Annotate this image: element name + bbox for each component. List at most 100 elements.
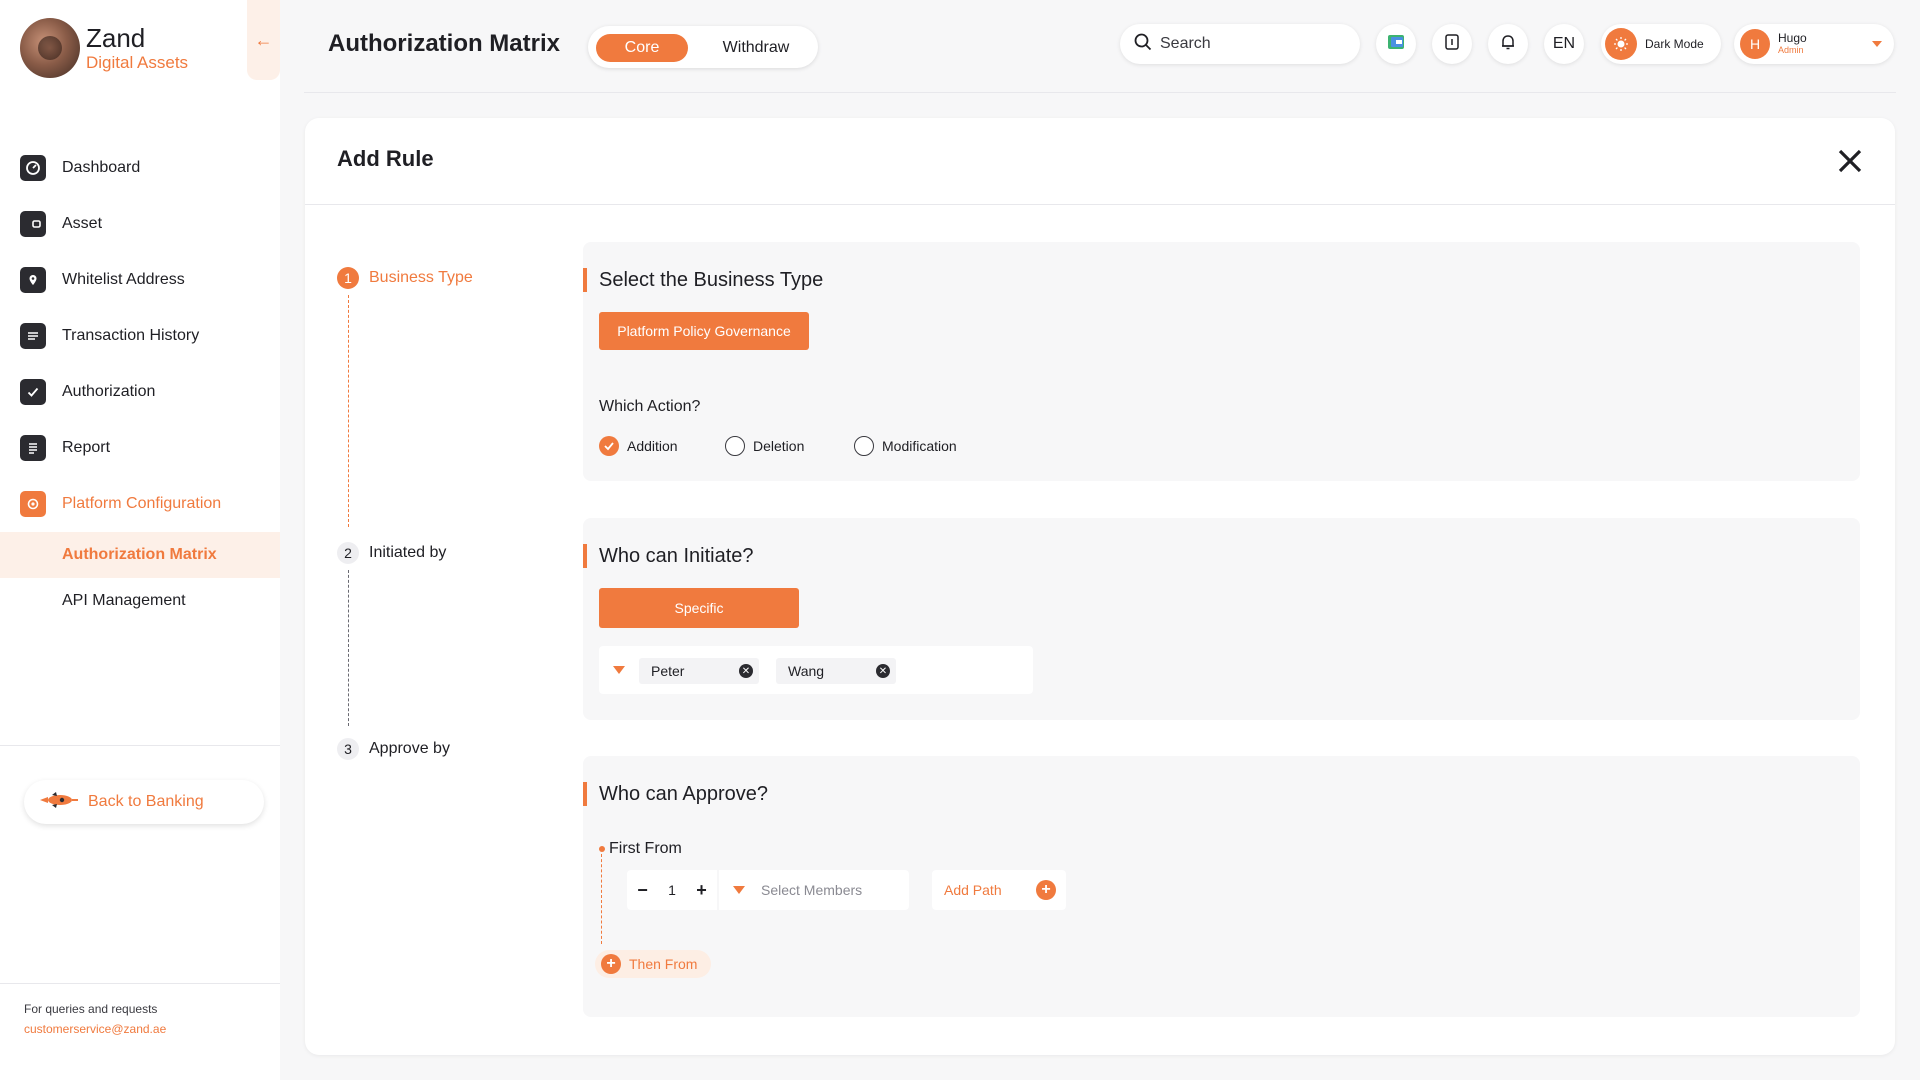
segmented-control: Core Withdraw (588, 26, 818, 68)
path-connector (601, 854, 602, 944)
minus-button[interactable]: − (637, 880, 648, 901)
section-heading: Who can Approve? (583, 782, 768, 806)
approver-count-stepper: − 1 + (627, 870, 717, 910)
then-from-label: Then From (629, 956, 698, 972)
step-number: 3 (337, 738, 359, 760)
gear-icon (20, 491, 46, 517)
sidebar-item-platform-configuration[interactable]: Platform Configuration (0, 476, 280, 532)
step-connector (348, 570, 349, 726)
search-placeholder: Search (1160, 35, 1211, 52)
step-number: 2 (337, 542, 359, 564)
sidebar-item-report[interactable]: Report (0, 420, 280, 476)
rocket-icon (38, 790, 82, 815)
plus-circle-icon: + (601, 954, 621, 974)
wallet-app-button[interactable] (1376, 24, 1416, 64)
sidebar-subitem-api-management[interactable]: API Management (0, 578, 280, 624)
specific-button[interactable]: Specific (599, 588, 799, 628)
document-icon (1443, 33, 1461, 56)
plus-circle-icon: + (1036, 880, 1056, 900)
radio-deletion[interactable]: Deletion (725, 436, 804, 456)
sidebar-item-label: Dashboard (62, 159, 141, 176)
bell-icon (1499, 33, 1517, 56)
step-label: Approve by (369, 740, 450, 757)
step-label: Business Type (369, 269, 473, 286)
then-from-button[interactable]: + Then From (595, 950, 711, 978)
dark-mode-label: Dark Mode (1645, 37, 1704, 51)
remove-chip-icon[interactable]: ✕ (739, 664, 753, 678)
sidebar-subitem-authorization-matrix[interactable]: Authorization Matrix (0, 532, 280, 578)
select-members-placeholder: Select Members (761, 882, 863, 898)
sidebar-divider (0, 745, 280, 746)
select-members-dropdown[interactable]: Select Members (719, 870, 909, 910)
sidebar-item-transaction-history[interactable]: Transaction History (0, 308, 280, 364)
step-approve-by[interactable]: 3 Approve by (337, 738, 450, 760)
member-chip: Peter ✕ (639, 658, 759, 684)
sidebar: Zand Digital Assets ← Dashboard Asset Wh… (0, 0, 280, 1080)
chip-label: Wang (788, 663, 825, 679)
approve-section: Who can Approve? First From − 1 + Select… (583, 756, 1860, 1017)
section-heading: Select the Business Type (583, 268, 823, 292)
page-title: Authorization Matrix (328, 30, 560, 57)
sidebar-item-dashboard[interactable]: Dashboard (0, 140, 280, 196)
add-path-button[interactable]: Add Path + (932, 870, 1066, 910)
plus-button[interactable]: + (696, 880, 707, 901)
tab-withdraw[interactable]: Withdraw (706, 34, 806, 62)
search-input[interactable]: Search (1120, 24, 1360, 64)
back-to-banking-button[interactable]: Back to Banking (24, 780, 264, 824)
wallet-color-icon (1387, 33, 1405, 56)
panel-title: Add Rule (337, 146, 434, 171)
wallet-icon (20, 211, 46, 237)
brand-subtitle: Digital Assets (86, 53, 189, 72)
approver-count-value: 1 (668, 882, 676, 898)
first-from-label: First From (609, 840, 682, 857)
chevron-down-icon (733, 886, 745, 894)
language-button[interactable]: EN (1544, 24, 1584, 64)
language-label: EN (1552, 35, 1576, 52)
collapse-sidebar-button[interactable]: ← (247, 0, 280, 80)
member-chip: Wang ✕ (776, 658, 896, 684)
platform-policy-governance-button[interactable]: Platform Policy Governance (599, 312, 809, 350)
sidebar-item-label: Authorization (62, 383, 156, 400)
support-email-link[interactable]: customerservice@zand.ae (24, 1022, 166, 1036)
initiator-select[interactable]: Peter ✕ Wang ✕ (599, 646, 1033, 694)
sidebar-item-label: Transaction History (62, 327, 200, 344)
chevron-down-icon (613, 666, 625, 674)
user-name: Hugo (1778, 31, 1807, 45)
radio-label: Modification (882, 438, 957, 454)
radio-label: Addition (627, 438, 678, 454)
step-connector (348, 295, 349, 527)
brand[interactable]: Zand Digital Assets (20, 18, 188, 78)
step-initiated-by[interactable]: 2 Initiated by (337, 542, 446, 564)
step-label: Initiated by (369, 544, 447, 561)
brand-logo (20, 18, 80, 78)
back-to-banking-label: Back to Banking (88, 793, 204, 810)
top-header: Authorization Matrix Core Withdraw Searc… (280, 0, 1920, 92)
user-menu[interactable]: H Hugo Admin (1734, 24, 1894, 64)
chevron-down-icon (1872, 41, 1882, 47)
remove-chip-icon[interactable]: ✕ (876, 664, 890, 678)
notifications-button[interactable] (1488, 24, 1528, 64)
initiate-section: Who can Initiate? Specific Peter ✕ Wang … (583, 518, 1860, 720)
dark-mode-toggle[interactable]: Dark Mode (1601, 24, 1721, 64)
list-icon (20, 323, 46, 349)
add-rule-panel: Add Rule 1 Business Type 2 Initiated by … (305, 118, 1895, 1055)
radio-modification[interactable]: Modification (854, 436, 957, 456)
sidebar-item-asset[interactable]: Asset (0, 196, 280, 252)
radio-addition[interactable]: Addition (599, 436, 678, 456)
search-icon (1134, 33, 1152, 56)
section-heading: Who can Initiate? (583, 544, 754, 568)
checked-radio-icon (599, 436, 619, 456)
add-path-label: Add Path (944, 882, 1002, 898)
close-button[interactable] (1835, 146, 1865, 176)
sidebar-item-authorization[interactable]: Authorization (0, 364, 280, 420)
info-button[interactable] (1432, 24, 1472, 64)
panel-divider (305, 204, 1895, 205)
step-business-type[interactable]: 1 Business Type (337, 267, 473, 289)
sidebar-footer-divider (0, 983, 280, 984)
sidebar-item-whitelist-address[interactable]: Whitelist Address (0, 252, 280, 308)
sidebar-item-label: Asset (62, 215, 103, 232)
radio-label: Deletion (753, 438, 805, 454)
tab-core[interactable]: Core (596, 34, 688, 62)
step-number: 1 (337, 267, 359, 289)
sidebar-item-label: Whitelist Address (62, 271, 185, 288)
